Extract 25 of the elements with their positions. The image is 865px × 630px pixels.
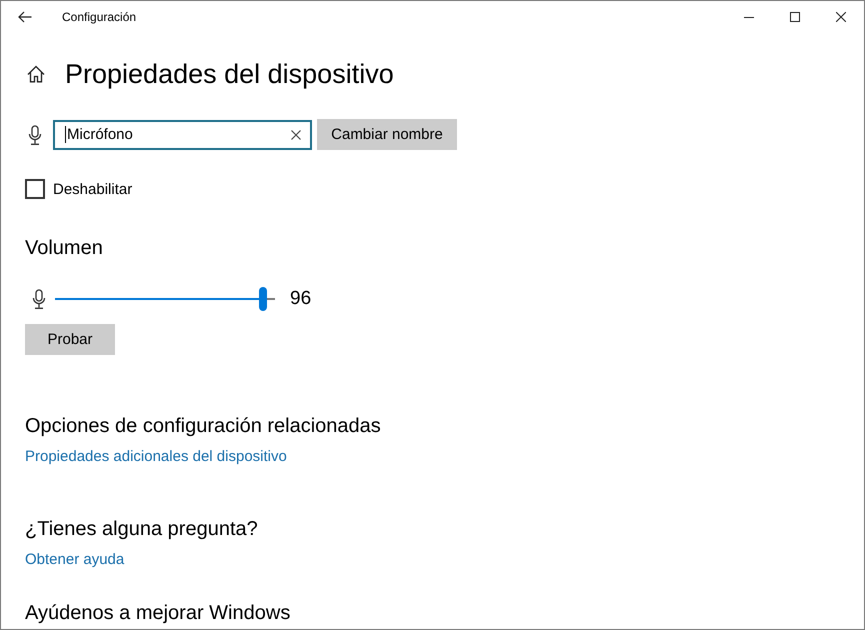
volume-value: 96 xyxy=(290,288,312,310)
section-heading: Opciones de configuración relacionadas xyxy=(25,414,381,439)
page-title: Propiedades del dispositivo xyxy=(65,58,394,90)
checkbox-label: Deshabilitar xyxy=(53,180,132,198)
volume-slider[interactable] xyxy=(55,287,275,311)
test-button[interactable]: Probar xyxy=(25,324,115,355)
cross-icon[interactable] xyxy=(291,130,301,140)
window-title: Configuración xyxy=(62,10,136,24)
section-heading: ¿Tienes alguna pregunta? xyxy=(25,517,258,542)
text-cursor-icon xyxy=(65,126,66,143)
microphone-icon xyxy=(32,289,46,309)
minimize-icon[interactable] xyxy=(744,16,754,18)
text-link[interactable]: Propiedades adicionales del dispositivo xyxy=(25,447,287,467)
microphone-icon xyxy=(28,124,42,144)
checkbox[interactable] xyxy=(25,179,45,199)
home-icon[interactable] xyxy=(27,65,45,83)
rename-button[interactable]: Cambiar nombre xyxy=(317,119,457,150)
name-field[interactable]: Micrófono xyxy=(53,120,312,150)
slider-thumb[interactable] xyxy=(258,287,267,311)
maximize-icon[interactable] xyxy=(790,12,800,22)
text-link[interactable]: Obtener ayuda xyxy=(25,550,124,570)
section-heading: Volumen xyxy=(25,236,103,261)
close-icon[interactable] xyxy=(836,12,846,22)
arrow-left-icon[interactable] xyxy=(18,11,32,23)
section-heading: Ayúdenos a mejorar Windows xyxy=(25,601,290,626)
